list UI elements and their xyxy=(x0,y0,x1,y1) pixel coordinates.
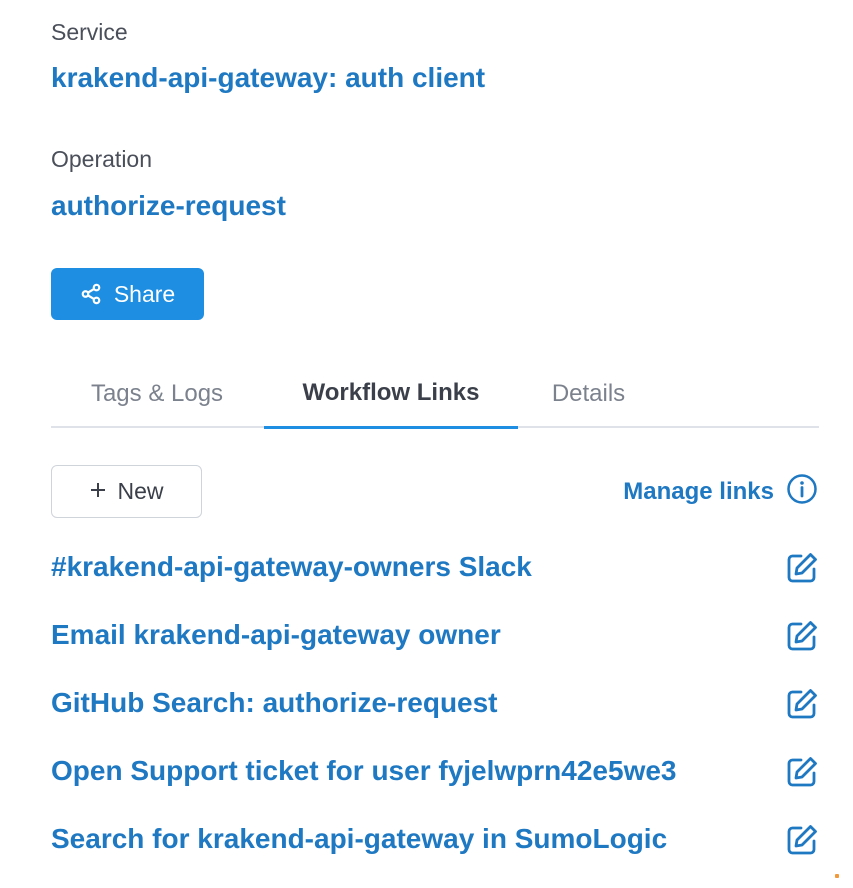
tab-details-label: Details xyxy=(551,380,626,407)
edit-icon[interactable] xyxy=(785,755,819,789)
tab-tags-logs-label: Tags & Logs xyxy=(90,380,224,407)
plus-icon xyxy=(89,478,107,505)
workflow-link-row: #krakend-api-gateway-owners Slack xyxy=(51,547,819,587)
service-value-link[interactable]: krakend-api-gateway: auth client xyxy=(51,64,485,92)
manage-links-label: Manage links xyxy=(623,478,774,505)
workflow-link-row: GitHub Search: authorize-request xyxy=(51,683,819,723)
manage-links-link[interactable]: Manage links xyxy=(623,473,818,512)
tab-workflow-links[interactable]: Workflow Links xyxy=(264,360,518,429)
operation-value-link[interactable]: authorize-request xyxy=(51,192,286,220)
workflow-link-row: Email krakend-api-gateway owner xyxy=(51,615,819,655)
workflow-link[interactable]: GitHub Search: authorize-request xyxy=(51,683,498,723)
edit-icon[interactable] xyxy=(785,687,819,721)
new-button-label: New xyxy=(117,478,164,504)
operation-label: Operation xyxy=(51,146,153,172)
edit-icon[interactable] xyxy=(785,619,819,653)
edit-icon[interactable] xyxy=(785,823,819,857)
tab-bar: Tags & Logs Workflow Links Details xyxy=(51,360,819,429)
tab-tags-logs[interactable]: Tags & Logs xyxy=(51,360,263,428)
workflow-link-row: Open Support ticket for user fyjelwprn42… xyxy=(51,751,819,791)
tab-workflow-links-label: Workflow Links xyxy=(302,379,480,406)
edit-icon[interactable] xyxy=(785,551,819,585)
tab-details[interactable]: Details xyxy=(518,360,659,428)
workflow-link[interactable]: Open Support ticket for user fyjelwprn42… xyxy=(51,751,677,791)
service-label: Service xyxy=(51,19,128,45)
share-button-label: Share xyxy=(113,280,176,307)
info-icon[interactable] xyxy=(786,473,818,512)
workflow-link[interactable]: Email krakend-api-gateway owner xyxy=(51,615,501,655)
resize-corner-mark xyxy=(835,874,839,878)
workflow-link[interactable]: #krakend-api-gateway-owners Slack xyxy=(51,547,532,587)
share-button[interactable]: Share xyxy=(51,268,204,320)
workflow-link-row: Search for krakend-api-gateway in SumoLo… xyxy=(51,819,819,859)
new-link-button[interactable]: New xyxy=(51,465,202,518)
share-icon xyxy=(80,283,102,305)
workflow-panel: Service krakend-api-gateway: auth client… xyxy=(0,0,853,888)
workflow-link[interactable]: Search for krakend-api-gateway in SumoLo… xyxy=(51,819,667,859)
